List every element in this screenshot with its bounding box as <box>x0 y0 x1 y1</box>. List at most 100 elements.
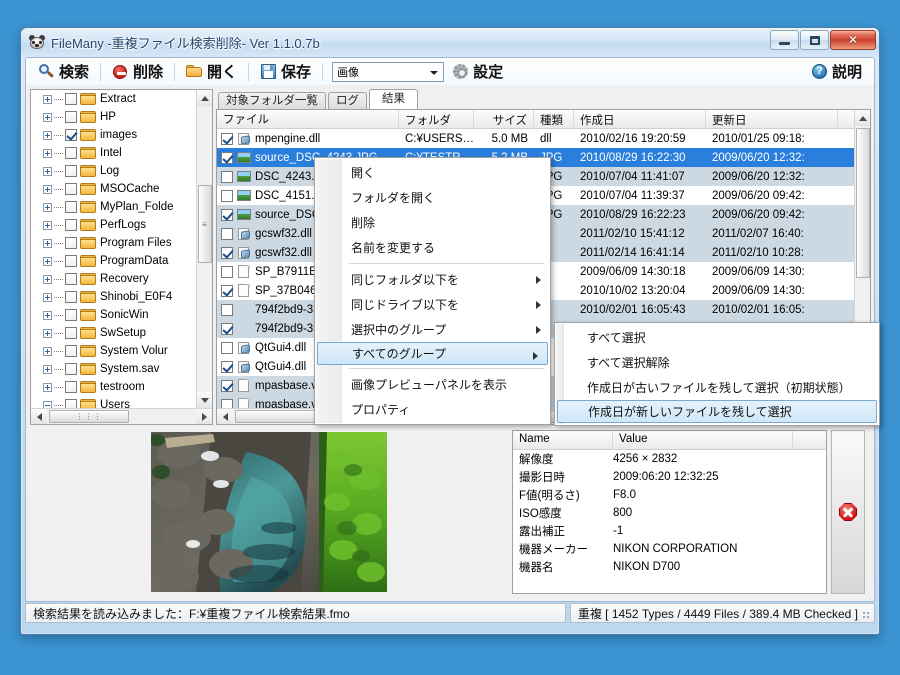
row-checkbox[interactable] <box>221 151 233 164</box>
title-bar[interactable]: FileMany -重複ファイル検索削除- Ver 1.1.0.7b ✕ <box>21 28 879 57</box>
tree-expander-icon[interactable] <box>43 382 52 392</box>
tree-checkbox[interactable] <box>65 201 77 213</box>
settings-button[interactable]: 設定 <box>446 59 509 84</box>
column-header[interactable]: 種類 <box>534 110 574 128</box>
submenu-item[interactable]: 作成日が古いファイルを残して選択（初期状態） <box>555 375 879 400</box>
scroll-thumb[interactable]: ≡ <box>198 185 212 263</box>
tree-checkbox[interactable] <box>65 255 77 267</box>
tree-expander-icon[interactable] <box>43 112 52 122</box>
tree-expander-icon[interactable] <box>43 364 52 374</box>
row-checkbox[interactable] <box>221 284 233 297</box>
tree-vertical-scrollbar[interactable]: ≡ <box>196 90 212 408</box>
row-checkbox[interactable] <box>221 360 233 373</box>
close-button[interactable]: ✕ <box>830 30 876 50</box>
save-button[interactable]: 保存 <box>254 59 317 84</box>
menu-item[interactable]: 名前を変更する <box>315 235 550 260</box>
tree-expander-icon[interactable] <box>43 166 52 176</box>
row-checkbox[interactable] <box>221 246 233 259</box>
row-checkbox[interactable] <box>221 227 233 240</box>
tree-expander-icon[interactable] <box>43 274 52 284</box>
tree-expander-icon[interactable] <box>43 238 52 248</box>
tree-horizontal-scrollbar[interactable]: ⋮⋮⋮ <box>31 408 212 424</box>
tree-item[interactable]: Log <box>31 162 196 180</box>
tree-item[interactable]: MSOCache <box>31 180 196 198</box>
table-row[interactable]: mpengine.dll C:¥USERS… 5.0 MB dll 2010/02/16… <box>217 129 854 148</box>
tree-expander-icon[interactable] <box>43 130 52 140</box>
search-button[interactable]: 検索 <box>32 59 95 84</box>
tree-expander-icon[interactable] <box>43 184 52 194</box>
tree-checkbox[interactable] <box>65 345 77 357</box>
tree-expander-icon[interactable] <box>43 220 52 230</box>
scroll-left-button[interactable] <box>217 409 233 424</box>
row-checkbox[interactable] <box>221 265 233 278</box>
tree-item[interactable]: Program Files <box>31 234 196 252</box>
submenu-item[interactable]: すべて選択 <box>555 325 879 350</box>
tree-item[interactable]: Users <box>31 396 196 408</box>
row-checkbox[interactable] <box>221 379 233 392</box>
scroll-up-button[interactable] <box>855 110 870 126</box>
tree-item[interactable]: MyPlan_Folde <box>31 198 196 216</box>
row-checkbox[interactable] <box>221 341 233 354</box>
tree-expander-icon[interactable] <box>43 292 52 302</box>
tree-item[interactable]: images <box>31 126 196 144</box>
scroll-up-button[interactable] <box>197 90 212 106</box>
tree-checkbox[interactable] <box>65 165 77 177</box>
scroll-thumb[interactable] <box>856 128 870 278</box>
delete-button[interactable]: 削除 <box>106 59 169 84</box>
row-checkbox[interactable] <box>221 189 233 202</box>
context-menu[interactable]: 開く フォルダを開く 削除 名前を変更する 同じフォルダ以下を 同じドライブ以下を 選択中の… <box>314 157 551 425</box>
tree-item[interactable]: testroom <box>31 378 196 396</box>
submenu-item[interactable]: 作成日が新しいファイルを残して選択 <box>557 400 877 423</box>
row-checkbox[interactable] <box>221 303 233 316</box>
help-button[interactable]: ? 説明 <box>805 59 868 84</box>
row-checkbox[interactable] <box>221 132 233 145</box>
menu-item[interactable]: フォルダを開く <box>315 185 550 210</box>
tree-item[interactable]: SwSetup <box>31 324 196 342</box>
column-header[interactable]: サイズ <box>474 110 534 128</box>
menu-item[interactable]: 同じフォルダ以下を <box>315 267 550 292</box>
tree-item[interactable]: Extract <box>31 90 196 108</box>
submenu-item[interactable]: すべて選択解除 <box>555 350 879 375</box>
tree-checkbox[interactable] <box>65 309 77 321</box>
tree-expander-icon[interactable] <box>43 202 52 212</box>
row-checkbox[interactable] <box>221 398 233 408</box>
column-header[interactable]: 更新日 <box>706 110 838 128</box>
tree-checkbox[interactable] <box>65 291 77 303</box>
tree-item[interactable]: PerfLogs <box>31 216 196 234</box>
tree-expander-icon[interactable] <box>43 256 52 266</box>
menu-item[interactable]: すべてのグループ <box>317 342 548 365</box>
maximize-button[interactable] <box>800 30 829 50</box>
tree-item[interactable]: Recovery <box>31 270 196 288</box>
tree-expander-icon[interactable] <box>43 310 52 320</box>
tree-checkbox[interactable] <box>65 273 77 285</box>
tree-item[interactable]: HP <box>31 108 196 126</box>
tab-3[interactable]: 結果 <box>369 89 418 109</box>
filter-type-combobox[interactable]: 画像 <box>332 61 445 82</box>
red-x-icon[interactable] <box>839 503 857 521</box>
menu-item[interactable]: プロパティ <box>315 397 550 422</box>
tab-1[interactable]: 対象フォルダ一覧 <box>218 92 326 109</box>
menu-item[interactable]: 画像プレビューパネルを表示 <box>315 372 550 397</box>
tree-checkbox[interactable] <box>65 147 77 159</box>
tree-item[interactable]: System.sav <box>31 360 196 378</box>
scroll-right-button[interactable] <box>196 409 212 424</box>
tree-item[interactable]: Shinobi_E0F4 <box>31 288 196 306</box>
column-header[interactable]: ファイル <box>217 110 399 128</box>
column-header[interactable]: 作成日 <box>574 110 706 128</box>
tree-expander-icon[interactable] <box>43 148 52 158</box>
tree-expander-icon[interactable] <box>43 94 52 104</box>
scroll-down-button[interactable] <box>197 392 212 408</box>
tree-checkbox[interactable] <box>65 399 77 408</box>
scroll-left-button[interactable] <box>31 409 47 424</box>
tree-checkbox[interactable] <box>65 93 77 105</box>
tree-expander-icon[interactable] <box>43 346 52 356</box>
menu-item[interactable]: 削除 <box>315 210 550 235</box>
menu-item[interactable]: 選択中のグループ <box>315 317 550 342</box>
minimize-button[interactable] <box>770 30 799 50</box>
tree-checkbox[interactable] <box>65 111 77 123</box>
folder-tree[interactable]: Extract HP images Intel Log MSOCache MyPlan_Fo… <box>31 90 196 408</box>
tree-checkbox[interactable] <box>65 219 77 231</box>
menu-item[interactable]: 同じドライブ以下を <box>315 292 550 317</box>
tree-item[interactable]: System Volur <box>31 342 196 360</box>
tree-expander-icon[interactable] <box>43 328 52 338</box>
